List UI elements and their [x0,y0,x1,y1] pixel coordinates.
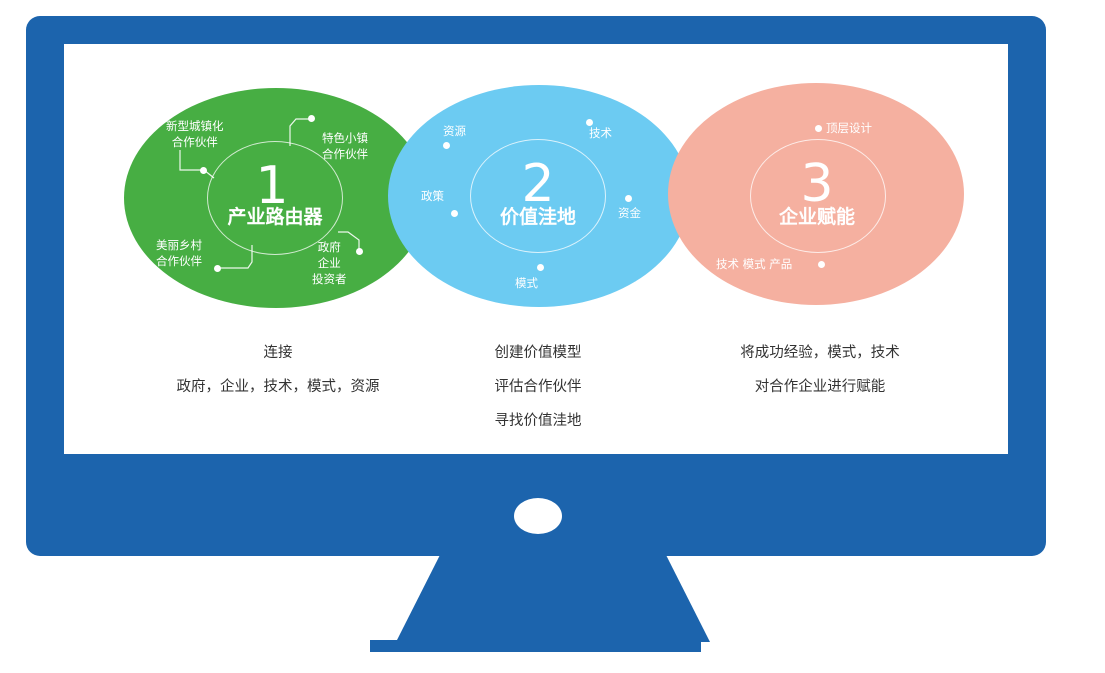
circle-2-label-left: 政策 [421,189,444,203]
circle-3-label-bottom-left: 技术 模式 产品 [716,257,793,271]
description-connect: 连接 政府，企业，技术，模式，资源 [176,345,380,395]
description-value: 创建价值模型 评估合作伙伴 寻找价值洼地 [494,345,582,429]
circle-2-dot [451,210,458,217]
circle-2-dot [443,142,450,149]
circle-2-label-right: 资金 [618,206,641,220]
circle-2-label-top-left: 资源 [443,124,466,138]
circle-2-title: 价值洼地 [499,206,576,228]
circle-2-label-bottom: 模式 [515,276,538,290]
circle-3-dot [818,261,825,268]
circle-3-label-top-right: 顶层设计 [826,121,872,135]
circle-2-label-top-right: 技术 [589,126,612,140]
circle-3-title: 企业赋能 [778,206,855,228]
description-empower: 将成功经验，模式，技术 对合作企业进行赋能 [740,345,900,395]
circle-2-dot [537,264,544,271]
circle-3-dot [815,125,822,132]
circle-2-dot [586,119,593,126]
circle-2-dot [625,195,632,202]
